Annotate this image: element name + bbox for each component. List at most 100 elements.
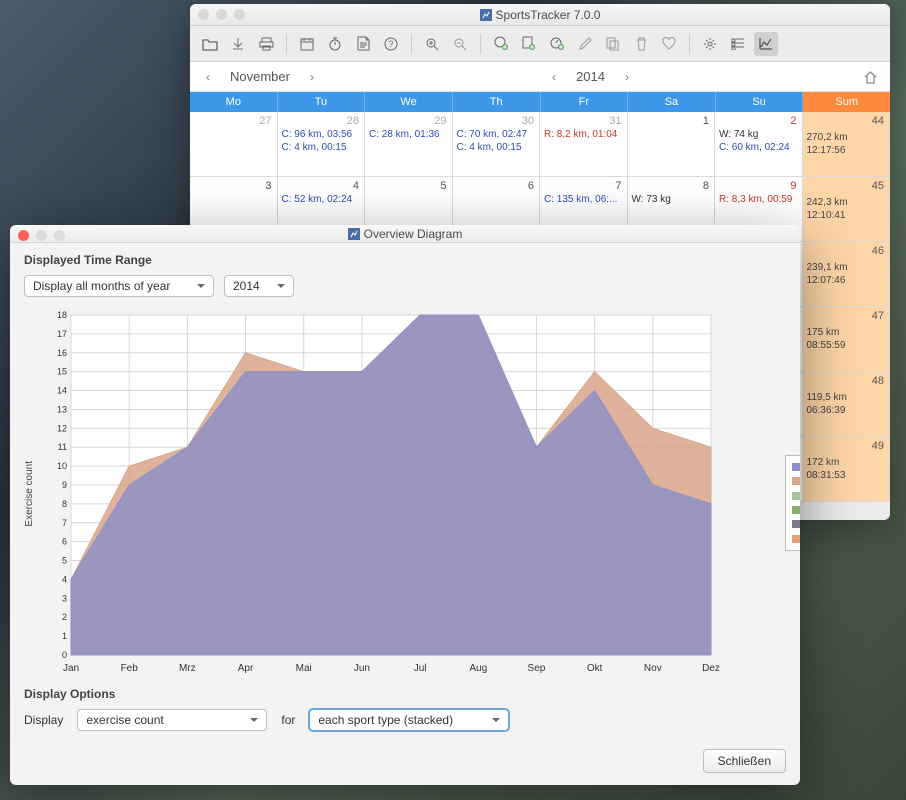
legend-item: Cycling — [792, 460, 800, 474]
legend-item: Swimming — [792, 517, 800, 531]
calendar-cell[interactable]: 30C: 70 km, 02:47C: 4 km, 00:15 — [453, 112, 541, 177]
week-sum-cell: 45242,3 km12:10:41 — [803, 177, 891, 242]
save-icon[interactable] — [226, 32, 250, 56]
calendar-cell[interactable]: 1 — [628, 112, 716, 177]
svg-text:0: 0 — [62, 650, 67, 660]
svg-text:7: 7 — [62, 518, 67, 528]
calendar-header-row: Mo Tu We Th Fr Sa Su Sum — [190, 92, 890, 112]
week-sum-cell: 46239,1 km12:07:46 — [803, 242, 891, 307]
calendar-cell[interactable]: 27 — [190, 112, 278, 177]
col-mo: Mo — [190, 92, 278, 112]
help-icon[interactable]: ? — [379, 32, 403, 56]
svg-text:3: 3 — [62, 593, 67, 603]
svg-text:Jul: Jul — [414, 663, 427, 674]
legend-item: Skating — [792, 531, 800, 545]
legend-item: Hiking — [792, 503, 800, 517]
zoom-in-icon[interactable] — [420, 32, 444, 56]
calendar-cell[interactable]: 31R: 8,2 km, 01:04 — [540, 112, 628, 177]
week-sum-cell: 48119,5 km06:36:39 — [803, 372, 891, 437]
svg-text:11: 11 — [58, 442, 67, 452]
close-button[interactable]: Schließen — [703, 749, 786, 773]
home-icon[interactable] — [863, 70, 878, 84]
svg-text:1: 1 — [62, 631, 67, 641]
main-titlebar: SportsTracker 7.0.0 — [190, 4, 890, 26]
dialog-window-controls[interactable] — [18, 230, 65, 241]
traffic-close[interactable] — [198, 9, 209, 20]
chart-area: 0123456789101112131415161718JanFebMrzApr… — [41, 309, 786, 679]
dialog-min-icon[interactable] — [36, 230, 47, 241]
calendar-nav: ‹ November › ‹ 2014 › — [190, 62, 890, 92]
overview-chart: 0123456789101112131415161718JanFebMrzApr… — [41, 309, 721, 679]
main-window-title: SportsTracker 7.0.0 — [480, 8, 601, 22]
chart-legend: CyclingRunningSkiingHikingSwimmingSkatin… — [785, 455, 800, 551]
add-weight-icon[interactable] — [545, 32, 569, 56]
calendar-cell[interactable]: 2W: 74 kgC: 60 km, 02:24 — [715, 112, 803, 177]
svg-text:17: 17 — [57, 329, 67, 339]
edit-icon[interactable] — [573, 32, 597, 56]
dialog-max-icon[interactable] — [54, 230, 65, 241]
next-month-icon[interactable]: › — [306, 68, 318, 86]
svg-text:14: 14 — [57, 386, 67, 396]
open-icon[interactable] — [198, 32, 222, 56]
zoom-out-icon[interactable] — [448, 32, 472, 56]
svg-text:Dez: Dez — [702, 663, 720, 674]
stopwatch-icon[interactable] — [323, 32, 347, 56]
note-icon[interactable] — [351, 32, 375, 56]
svg-text:4: 4 — [62, 574, 67, 584]
dialog-titlebar: Overview Diagram — [10, 225, 800, 243]
svg-text:10: 10 — [57, 461, 67, 471]
svg-text:Aug: Aug — [469, 663, 487, 674]
metric-select[interactable]: exercise count — [77, 709, 267, 731]
year-label: 2014 — [576, 69, 605, 84]
svg-text:Apr: Apr — [238, 663, 254, 674]
calendar-cell[interactable]: 29C: 28 km, 01:36 — [365, 112, 453, 177]
traffic-max[interactable] — [234, 9, 245, 20]
gear-icon[interactable] — [698, 32, 722, 56]
svg-text:12: 12 — [57, 423, 67, 433]
app-icon — [480, 9, 492, 21]
grouping-select[interactable]: each sport type (stacked) — [309, 709, 509, 731]
svg-text:5: 5 — [62, 556, 67, 566]
range-mode-select[interactable]: Display all months of year — [24, 275, 214, 297]
y-axis-label: Exercise count — [24, 461, 35, 527]
time-range-heading: Displayed Time Range — [24, 253, 786, 267]
app-icon — [348, 228, 360, 240]
svg-text:Sep: Sep — [528, 663, 546, 674]
window-controls[interactable] — [198, 9, 245, 20]
copy-icon[interactable] — [601, 32, 625, 56]
prev-year-icon[interactable]: ‹ — [548, 68, 560, 86]
svg-text:18: 18 — [57, 310, 67, 320]
svg-text:Mrz: Mrz — [179, 663, 196, 674]
col-th: Th — [453, 92, 541, 112]
dialog-close-icon[interactable] — [18, 230, 29, 241]
delete-icon[interactable] — [629, 32, 653, 56]
traffic-min[interactable] — [216, 9, 227, 20]
display-label: Display — [24, 713, 63, 727]
week-sum-cell: 44270,2 km12:17:56 — [803, 112, 891, 177]
svg-text:6: 6 — [62, 537, 67, 547]
col-tu: Tu — [278, 92, 366, 112]
add-note-icon[interactable] — [517, 32, 541, 56]
svg-text:Okt: Okt — [587, 663, 603, 674]
list-view-icon[interactable] — [726, 32, 750, 56]
svg-text:Nov: Nov — [644, 663, 662, 674]
chart-view-icon[interactable] — [754, 32, 778, 56]
print-icon[interactable] — [254, 32, 278, 56]
heart-icon[interactable] — [657, 32, 681, 56]
calendar-row: 2728C: 96 km, 03:56C: 4 km, 00:1529C: 28… — [190, 112, 890, 177]
week-sum-cell: 47175 km08:55:59 — [803, 307, 891, 372]
legend-item: Skiing — [792, 489, 800, 503]
next-year-icon[interactable]: › — [621, 68, 633, 86]
toolbar: ? — [190, 26, 890, 62]
prev-month-icon[interactable]: ‹ — [202, 68, 214, 86]
display-options-heading: Display Options — [24, 687, 786, 701]
calendar-icon[interactable] — [295, 32, 319, 56]
col-fr: Fr — [541, 92, 629, 112]
year-select[interactable]: 2014 — [224, 275, 294, 297]
calendar-cell[interactable]: 28C: 96 km, 03:56C: 4 km, 00:15 — [278, 112, 366, 177]
svg-text:Jun: Jun — [354, 663, 370, 674]
svg-text:Mai: Mai — [296, 663, 312, 674]
svg-text:13: 13 — [57, 404, 67, 414]
svg-text:Feb: Feb — [121, 663, 139, 674]
add-exercise-icon[interactable] — [489, 32, 513, 56]
